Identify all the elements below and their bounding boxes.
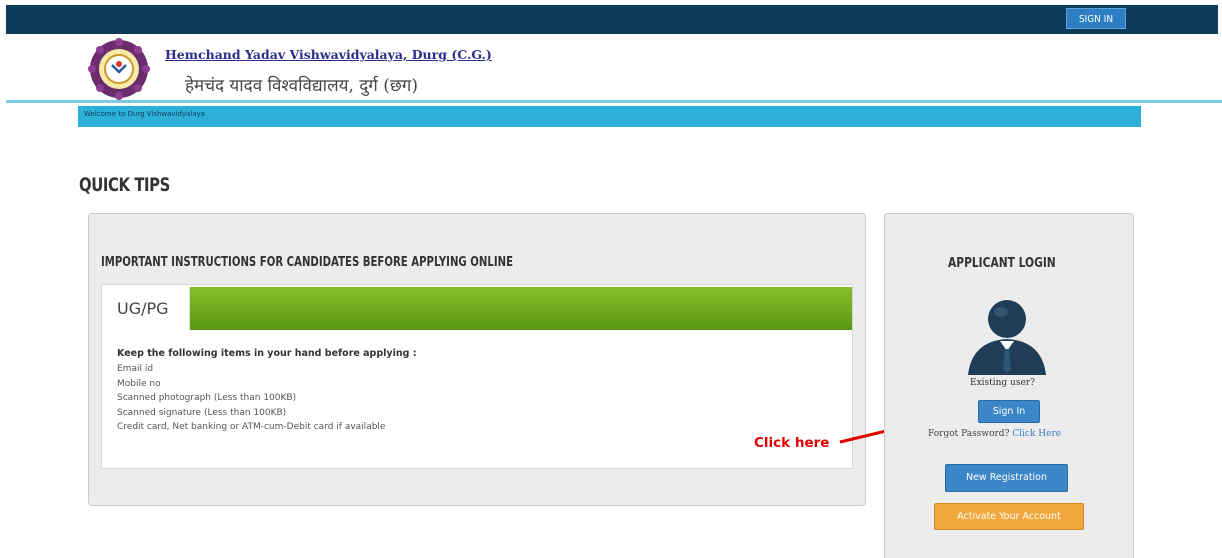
- tab-ug-pg-label: UG/PG: [117, 299, 169, 318]
- welcome-text: Welcome to Durg Vishwavidyalaya: [84, 110, 206, 118]
- tab-header-bar: [190, 287, 852, 330]
- header-divider: [6, 100, 1222, 103]
- header-sign-in-button[interactable]: SIGN IN: [1066, 8, 1126, 29]
- list-item: Scanned signature (Less than 100KB): [117, 407, 287, 418]
- login-title: APPLICANT LOGIN: [948, 256, 1056, 271]
- existing-user-label: Existing user?: [970, 378, 1035, 388]
- click-here-annotation: Click here: [754, 435, 830, 451]
- list-item: Credit card, Net banking or ATM-cum-Debi…: [117, 422, 386, 432]
- instructions-list: Email id Mobile no Scanned photograph (L…: [117, 362, 385, 435]
- top-navbar: [6, 5, 1218, 34]
- list-item: Email id: [117, 364, 154, 374]
- university-name-hindi: हेमचंद यादव विश्वविद्यालय, दुर्ग (छग): [185, 76, 419, 96]
- university-logo-icon: [88, 38, 150, 100]
- new-registration-button[interactable]: New Registration: [945, 464, 1068, 492]
- activate-account-button[interactable]: Activate Your Account: [934, 503, 1084, 530]
- tab-ug-pg[interactable]: UG/PG: [104, 288, 190, 329]
- list-item: Mobile no: [117, 378, 161, 389]
- list-item: Scanned photograph (Less than 100KB): [117, 393, 297, 403]
- welcome-bar: Welcome to Durg Vishwavidyalaya: [78, 106, 1141, 127]
- instructions-heading: Keep the following items in your hand be…: [117, 348, 417, 359]
- user-avatar-icon: [968, 300, 1046, 375]
- instructions-title: IMPORTANT INSTRUCTIONS FOR CANDIDATES BE…: [101, 255, 514, 270]
- page-title: QUICK TIPS: [79, 174, 170, 196]
- sign-in-button[interactable]: Sign In: [978, 400, 1040, 423]
- forgot-password-link[interactable]: Click Here: [1012, 429, 1061, 439]
- forgot-password-text: Forgot Password?: [928, 429, 1010, 439]
- university-name-english[interactable]: Hemchand Yadav Vishwavidyalaya, Durg (C.…: [165, 47, 492, 62]
- forgot-password-row: Forgot Password? Click Here: [928, 429, 1061, 439]
